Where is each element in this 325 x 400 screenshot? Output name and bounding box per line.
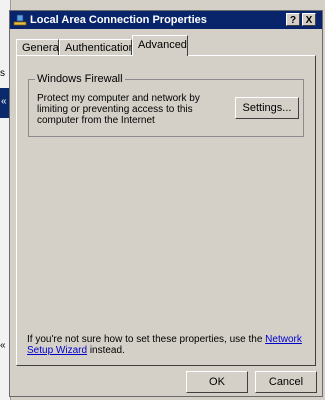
group-legend: Windows Firewall <box>35 73 125 85</box>
tab-general[interactable]: General <box>16 39 61 56</box>
network-connection-icon <box>13 13 27 27</box>
help-text-suffix: instead. <box>89 345 125 356</box>
close-icon[interactable]: X <box>302 13 316 26</box>
window-title: Local Area Connection Properties <box>30 14 207 26</box>
help-text-prefix: If you're not sure how to set these prop… <box>27 334 263 345</box>
windows-firewall-group: Windows Firewall Protect my computer and… <box>28 73 304 137</box>
cancel-button[interactable]: Cancel <box>255 371 317 393</box>
title-bar[interactable]: Local Area Connection Properties ? X <box>10 11 322 29</box>
tab-authentication[interactable]: Authentication <box>59 39 135 56</box>
help-icon[interactable]: ? <box>286 13 300 26</box>
background-chevron: « <box>1 96 7 107</box>
properties-dialog: Local Area Connection Properties ? X Gen… <box>9 10 323 397</box>
advanced-tab-panel: Windows Firewall Protect my computer and… <box>16 55 316 366</box>
settings-button[interactable]: Settings... <box>235 97 299 119</box>
firewall-description: Protect my computer and network by limit… <box>37 93 200 126</box>
ok-button[interactable]: OK <box>186 371 248 393</box>
help-text: If you're not sure how to set these prop… <box>27 334 307 356</box>
tab-advanced[interactable]: Advanced <box>132 35 188 56</box>
